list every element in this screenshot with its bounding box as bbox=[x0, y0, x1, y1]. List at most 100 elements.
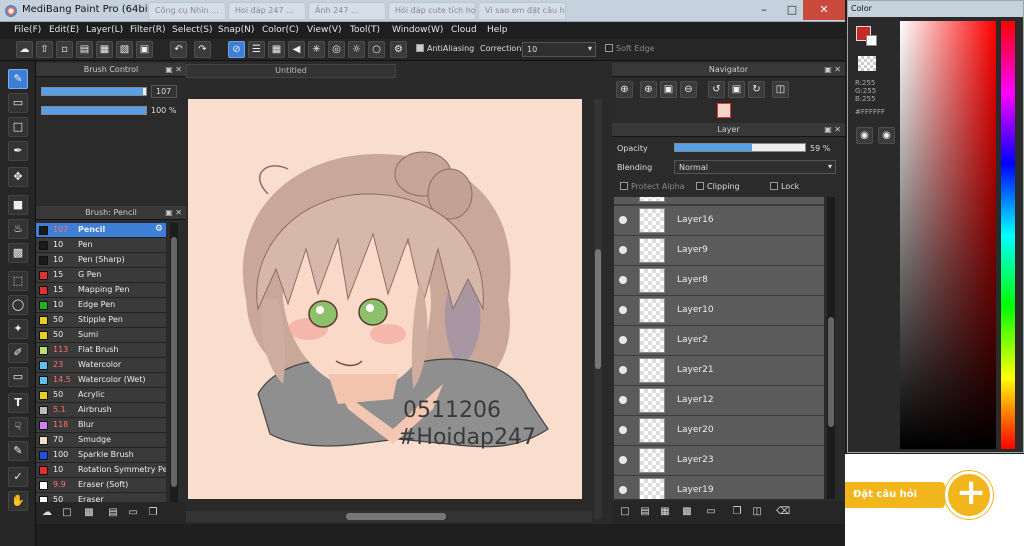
antialias-toggle[interactable]: AntiAliasing bbox=[416, 44, 474, 53]
blending-select[interactable]: Normal ▾ bbox=[674, 160, 836, 174]
magic-wand-icon[interactable]: ✦ bbox=[8, 319, 28, 339]
menu-layer[interactable]: Layer(L) bbox=[86, 25, 123, 35]
transparent-color-icon[interactable] bbox=[858, 56, 876, 71]
visibility-eye-icon[interactable] bbox=[619, 366, 627, 374]
checkbox-icon[interactable] bbox=[620, 182, 628, 190]
brush-item[interactable]: 50 Sumi bbox=[36, 328, 166, 343]
zoom-in-alt-icon[interactable]: ⊕ bbox=[640, 81, 657, 98]
brush-size-slider[interactable] bbox=[41, 87, 147, 96]
pencil-tool-icon[interactable]: ✎ bbox=[8, 69, 28, 89]
layer-row[interactable]: Layer23 bbox=[614, 446, 824, 476]
brush-size-value[interactable]: 107 bbox=[151, 85, 177, 98]
snap-settings-icon[interactable]: ⚙ bbox=[390, 41, 407, 58]
layer-scrollbar[interactable] bbox=[827, 197, 835, 499]
add-layer-menu-icon[interactable]: ▩ bbox=[680, 505, 694, 519]
fit-window-icon[interactable]: ▣ bbox=[728, 81, 745, 98]
undo-icon[interactable]: ↶ bbox=[170, 41, 187, 58]
checkbox-icon[interactable] bbox=[605, 44, 613, 52]
add-brush-icon[interactable]: ▩ bbox=[82, 506, 96, 520]
minimize-icon[interactable]: – bbox=[750, 0, 778, 20]
scroll-thumb[interactable] bbox=[595, 249, 601, 369]
comment-icon[interactable]: ▫ bbox=[56, 41, 73, 58]
visibility-eye-icon[interactable] bbox=[619, 216, 627, 224]
browser-tab[interactable]: Công cụ Nhìn ... bbox=[148, 2, 226, 20]
lock-toggle[interactable]: Lock bbox=[770, 182, 799, 191]
menu-window[interactable]: Window(W) bbox=[392, 25, 443, 35]
material-icon[interactable]: ▣ bbox=[136, 41, 153, 58]
brush-list-scrollbar[interactable] bbox=[170, 223, 178, 503]
brush-item[interactable]: 10 Pen (Sharp) bbox=[36, 253, 166, 268]
operation-tool-icon[interactable]: ☟ bbox=[8, 417, 28, 437]
canvas-tab[interactable]: Untitled bbox=[186, 64, 396, 78]
panel-close-icon[interactable]: ▣ ✕ bbox=[165, 206, 182, 219]
background-color-swatch[interactable] bbox=[866, 35, 877, 46]
scroll-thumb[interactable] bbox=[346, 513, 446, 520]
visibility-eye-icon[interactable] bbox=[619, 276, 627, 284]
visibility-eye-icon[interactable] bbox=[619, 336, 627, 344]
brush-opacity-slider[interactable] bbox=[41, 106, 147, 115]
checkbox-icon[interactable] bbox=[416, 44, 424, 52]
brush-item[interactable]: 10 Pen bbox=[36, 238, 166, 253]
menu-tool[interactable]: Tool(T) bbox=[350, 25, 380, 35]
hue-slider[interactable] bbox=[1001, 21, 1015, 449]
panel-close-icon[interactable]: ▣ ✕ bbox=[824, 123, 841, 136]
ask-question-button[interactable]: + bbox=[945, 471, 993, 519]
flip-icon[interactable]: ◫ bbox=[772, 81, 789, 98]
layer-row[interactable]: Layer2 bbox=[614, 326, 824, 356]
visibility-eye-icon[interactable] bbox=[619, 246, 627, 254]
select-eraser-icon[interactable]: ▭ bbox=[8, 367, 28, 387]
hand-tool-icon[interactable]: ✋ bbox=[8, 491, 28, 511]
protect-alpha-toggle[interactable]: Protect Alpha bbox=[620, 182, 685, 191]
checkbox-icon[interactable] bbox=[770, 182, 778, 190]
text-tool-icon[interactable]: T bbox=[8, 393, 28, 413]
menu-select[interactable]: Select(S) bbox=[172, 25, 213, 35]
lasso-icon[interactable]: ◯ bbox=[8, 295, 28, 315]
palette-add-icon[interactable]: ◉ bbox=[878, 127, 895, 144]
select-pen-icon[interactable]: ✐ bbox=[8, 343, 28, 363]
snap-curve-icon[interactable]: ☼ bbox=[348, 41, 365, 58]
folder-icon[interactable]: ▭ bbox=[126, 506, 140, 520]
rotate-left-icon[interactable]: ↺ bbox=[708, 81, 725, 98]
new-layer-icon[interactable]: □ bbox=[618, 505, 632, 519]
layer-row[interactable]: Layer8 bbox=[614, 266, 824, 296]
snap-parallel-icon[interactable]: ☰ bbox=[248, 41, 265, 58]
maximize-icon[interactable]: □ bbox=[778, 0, 806, 20]
visibility-eye-icon[interactable] bbox=[619, 396, 627, 404]
layer-row[interactable]: Layer21 bbox=[614, 356, 824, 386]
brush-item[interactable]: 15 G Pen bbox=[36, 268, 166, 283]
brush-item[interactable]: 107 Pencil ⚙ bbox=[36, 223, 166, 238]
browser-tab[interactable]: Hỏi đáp cute tích hợp ... bbox=[388, 2, 476, 20]
layer-row[interactable]: Layer16 bbox=[614, 206, 824, 236]
bucket-tool-icon[interactable]: ♨ bbox=[8, 219, 28, 239]
visibility-eye-icon[interactable] bbox=[619, 426, 627, 434]
brush-item[interactable]: 5.1 Airbrush bbox=[36, 403, 166, 418]
snap-off-icon[interactable]: ⊘ bbox=[228, 41, 245, 58]
browser-tab[interactable]: Ảnh 247 ... bbox=[308, 2, 386, 20]
menu-edit[interactable]: Edit(E) bbox=[49, 25, 79, 35]
gradient-tool-icon[interactable]: ▩ bbox=[8, 243, 28, 263]
menu-snap[interactable]: Snap(N) bbox=[218, 25, 254, 35]
shape-tool-icon[interactable]: ■ bbox=[8, 195, 28, 215]
rotate-right-icon[interactable]: ↻ bbox=[748, 81, 765, 98]
dot-tool-icon[interactable]: □ bbox=[8, 117, 28, 137]
menu-view[interactable]: View(V) bbox=[307, 25, 342, 35]
layer-row[interactable] bbox=[614, 197, 824, 205]
page-icon[interactable]: ▧ bbox=[116, 41, 133, 58]
clipping-toggle[interactable]: Clipping bbox=[696, 182, 740, 191]
brush-item[interactable]: 10 Rotation Symmetry Pe bbox=[36, 463, 166, 478]
scroll-thumb[interactable] bbox=[171, 237, 177, 487]
brush-item[interactable]: 15 Mapping Pen bbox=[36, 283, 166, 298]
navigator-preview[interactable] bbox=[717, 103, 731, 118]
menu-file[interactable]: File(F) bbox=[14, 25, 41, 35]
menu-filter[interactable]: Filter(R) bbox=[130, 25, 166, 35]
soft-edge-toggle[interactable]: Soft Edge bbox=[605, 44, 654, 53]
saturation-value-picker[interactable] bbox=[900, 21, 996, 449]
brush-item[interactable]: 113 Flat Brush bbox=[36, 343, 166, 358]
correction-select[interactable]: 10 ▾ bbox=[522, 42, 596, 57]
gear-icon[interactable]: ⚙ bbox=[155, 224, 163, 234]
panel-close-icon[interactable]: ▣ ✕ bbox=[824, 63, 841, 76]
close-icon[interactable]: ✕ bbox=[803, 0, 845, 20]
snap-vanishing-icon[interactable]: ◀ bbox=[288, 41, 305, 58]
snap-concentric-icon[interactable]: ◎ bbox=[328, 41, 345, 58]
brush-tool-icon[interactable]: ✒ bbox=[8, 141, 28, 161]
